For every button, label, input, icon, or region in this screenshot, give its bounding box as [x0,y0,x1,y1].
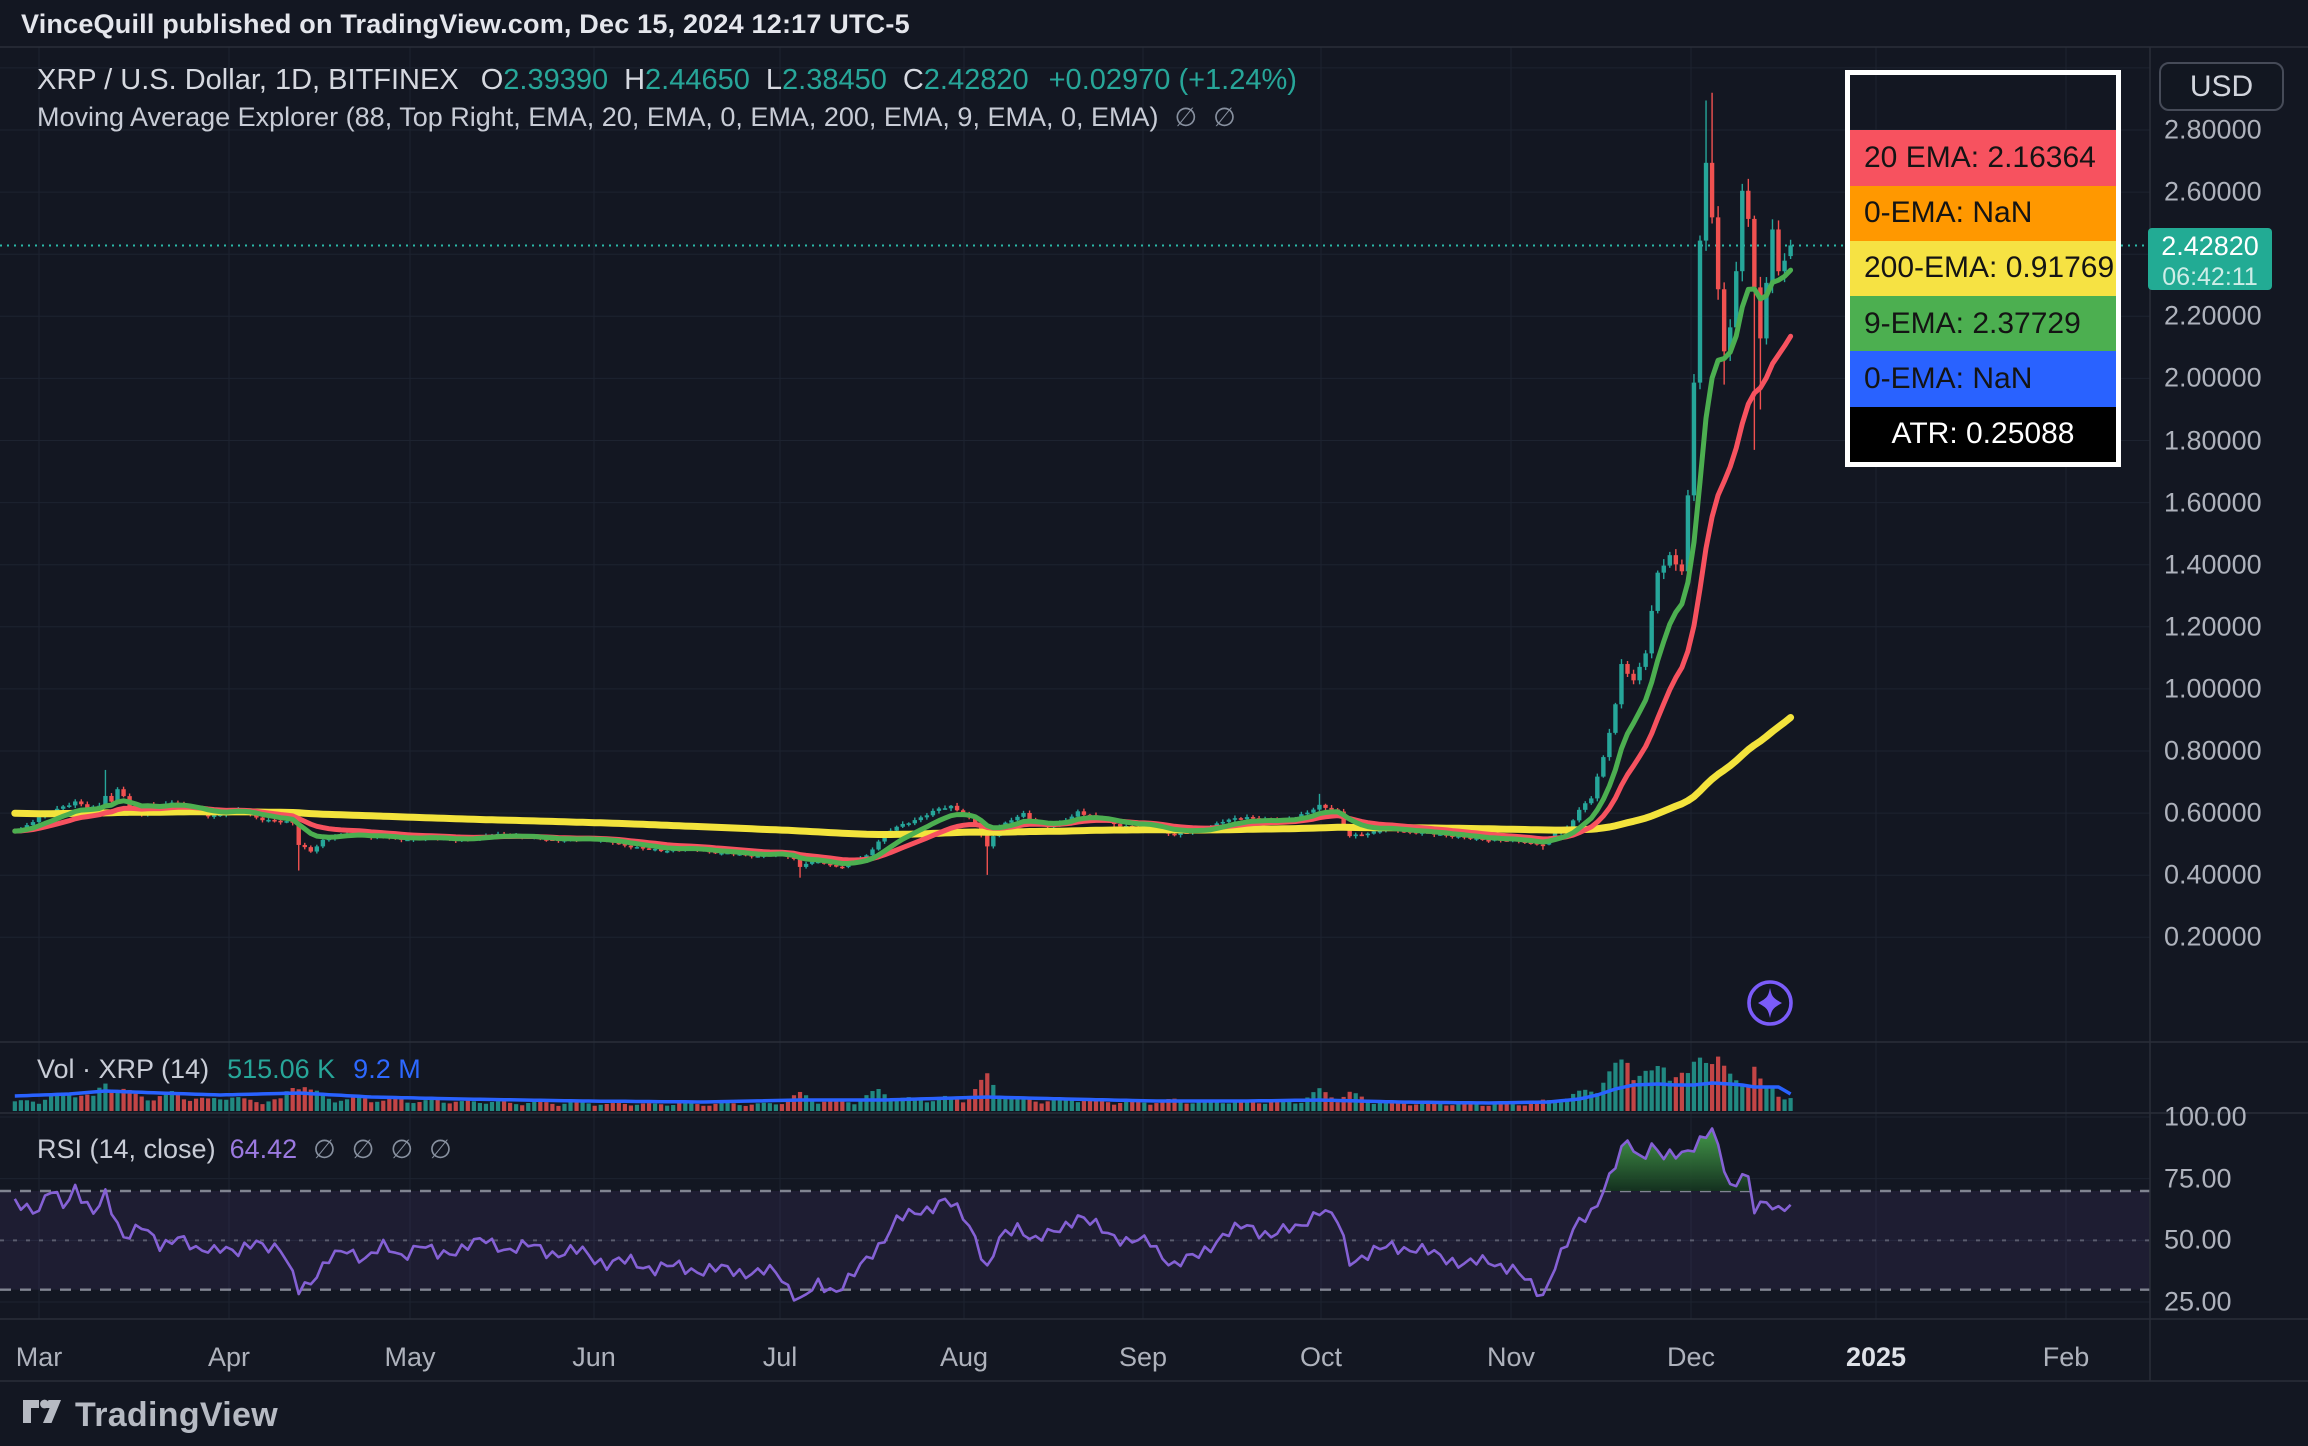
hide-indicator-icon[interactable]: ∅ [1174,102,1197,132]
ohlc-value: 2.42820 [924,64,1029,96]
hide-indicator-icon[interactable]: ∅ [429,1134,452,1164]
indicator-title[interactable]: Moving Average Explorer (88, Top Right, … [37,102,1158,132]
rsi-axis-label: 25.00 [2164,1287,2232,1318]
time-axis-label: Nov [1487,1342,1535,1373]
rsi-axis-label: 50.00 [2164,1225,2232,1256]
ohlc-key: C [903,64,924,96]
time-axis-label: Feb [2043,1342,2090,1373]
currency-toggle-button[interactable]: USD [2159,62,2284,111]
published-header: VinceQuill published on TradingView.com,… [21,9,910,40]
ma-legend-row: 0-EMA: NaN [1850,186,2116,241]
price-axis-label: 2.60000 [2164,177,2262,208]
current-price-badge: 2.42820 06:42:11 [2148,228,2272,290]
time-axis-label: Oct [1300,1342,1342,1373]
rsi-axis-label: 100.00 [2164,1102,2247,1133]
ma-explorer-value-table: 20 EMA: 2.163640-EMA: NaN200-EMA: 0.9176… [1845,70,2121,467]
price-axis-label: 1.20000 [2164,611,2262,642]
ma-legend-row [1850,75,2116,130]
time-axis-label: Jul [763,1342,798,1373]
symbol-title[interactable]: XRP / U.S. Dollar, 1D, BITFINEX [37,64,459,96]
ohlc-key: O [481,64,504,96]
volume-value: 515.06 K [227,1054,335,1084]
ohlc-key: L [766,64,782,96]
rsi-legend[interactable]: RSI (14, close) 64.42 ∅ ∅ ∅ ∅ [37,1134,452,1165]
ohlc-value: 2.38450 [782,64,887,96]
hide-indicator-icon[interactable]: ∅ [1213,102,1236,132]
time-axis-label: Mar [16,1342,63,1373]
price-axis-label: 2.00000 [2164,363,2262,394]
rsi-title[interactable]: RSI (14, close) [37,1134,216,1164]
price-axis-label: 1.60000 [2164,487,2262,518]
tradingview-wordmark: TradingView [75,1396,278,1435]
tradingview-published-chart: VinceQuill published on TradingView.com,… [0,0,2308,1446]
price-axis-label: 0.80000 [2164,736,2262,767]
ma-legend-row: 200-EMA: 0.91769 [1850,241,2116,296]
price-axis-label: 0.60000 [2164,798,2262,829]
tradingview-attribution[interactable]: TradingView [22,1396,278,1435]
price-axis-label: 1.40000 [2164,549,2262,580]
price-axis-label: 0.40000 [2164,860,2262,891]
time-axis-label: Apr [208,1342,250,1373]
volume-legend[interactable]: Vol · XRP (14) 515.06 K 9.2 M [37,1054,421,1085]
hide-indicator-icon[interactable]: ∅ [390,1134,413,1164]
price-axis-label: 1.00000 [2164,673,2262,704]
volume-title[interactable]: Vol · XRP (14) [37,1054,209,1084]
rsi-value: 64.42 [230,1134,298,1164]
ma-legend-row: 0-EMA: NaN [1850,351,2116,406]
time-axis-label: May [384,1342,435,1373]
price-axis-label: 2.80000 [2164,115,2262,146]
change-value: +0.02970 (+1.24%) [1049,64,1297,96]
sparkle-ai-icon [1749,982,1791,1024]
time-axis-label: Jun [572,1342,616,1373]
ma-legend-row: ATR: 0.25088 [1850,407,2116,462]
hide-indicator-icon[interactable]: ∅ [313,1134,336,1164]
time-axis-label: Sep [1119,1342,1167,1373]
time-axis-label: Aug [940,1342,988,1373]
ohlc-key: H [624,64,645,96]
symbol-legend[interactable]: XRP / U.S. Dollar, 1D, BITFINEX O2.39390 H… [37,64,1297,97]
rsi-axis-label: 75.00 [2164,1163,2232,1194]
indicator-legend[interactable]: Moving Average Explorer (88, Top Right, … [37,102,1236,133]
volume-ma-value: 9.2 M [353,1054,421,1084]
hide-indicator-icon[interactable]: ∅ [352,1134,375,1164]
ohlc-value: 2.44650 [645,64,750,96]
price-axis-label: 1.80000 [2164,425,2262,456]
ohlc-value: 2.39390 [503,64,608,96]
ma-legend-row: 20 EMA: 2.16364 [1850,130,2116,185]
tradingview-logo-icon [22,1399,62,1433]
ohlc-values: O2.39390 H2.44650 L2.38450 C2.42820 [481,64,1045,96]
price-axis-label: 0.20000 [2164,922,2262,953]
current-price: 2.42820 [2148,231,2272,262]
price-axis-label: 2.20000 [2164,301,2262,332]
time-axis-label: 2025 [1846,1342,1906,1373]
ma-legend-row: 9-EMA: 2.37729 [1850,296,2116,351]
bar-countdown: 06:42:11 [2148,263,2272,292]
time-axis-label: Dec [1667,1342,1715,1373]
